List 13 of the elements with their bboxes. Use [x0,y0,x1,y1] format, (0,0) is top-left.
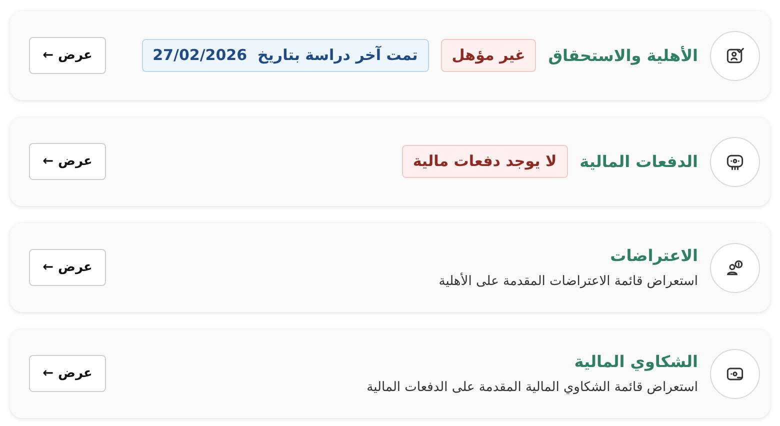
card-title: الشكاوي المالية [573,350,698,373]
card-description: استعراض قائمة الاعتراضات المقدمة على الأهلية [438,272,698,291]
view-button[interactable]: عرض ← [29,355,106,392]
card-description: استعراض قائمة الشكاوي المالية المقدمة على الدفعات المالية [366,378,698,397]
status-badge: غير مؤهل [440,39,536,72]
card-title: الأهلية والاستحقاق [548,44,698,67]
status-badge: لا يوجد دفعات مالية [402,145,568,178]
view-button[interactable]: عرض ← [29,249,106,286]
card-title: الاعتراضات [609,244,698,267]
card-title: الدفعات المالية [580,150,698,172]
view-button[interactable]: عرض ← [29,37,106,74]
view-button[interactable]: عرض ← [29,143,106,180]
status-badge: تمت آخر دراسة بتاريخ 27/02/2026 [142,39,429,72]
